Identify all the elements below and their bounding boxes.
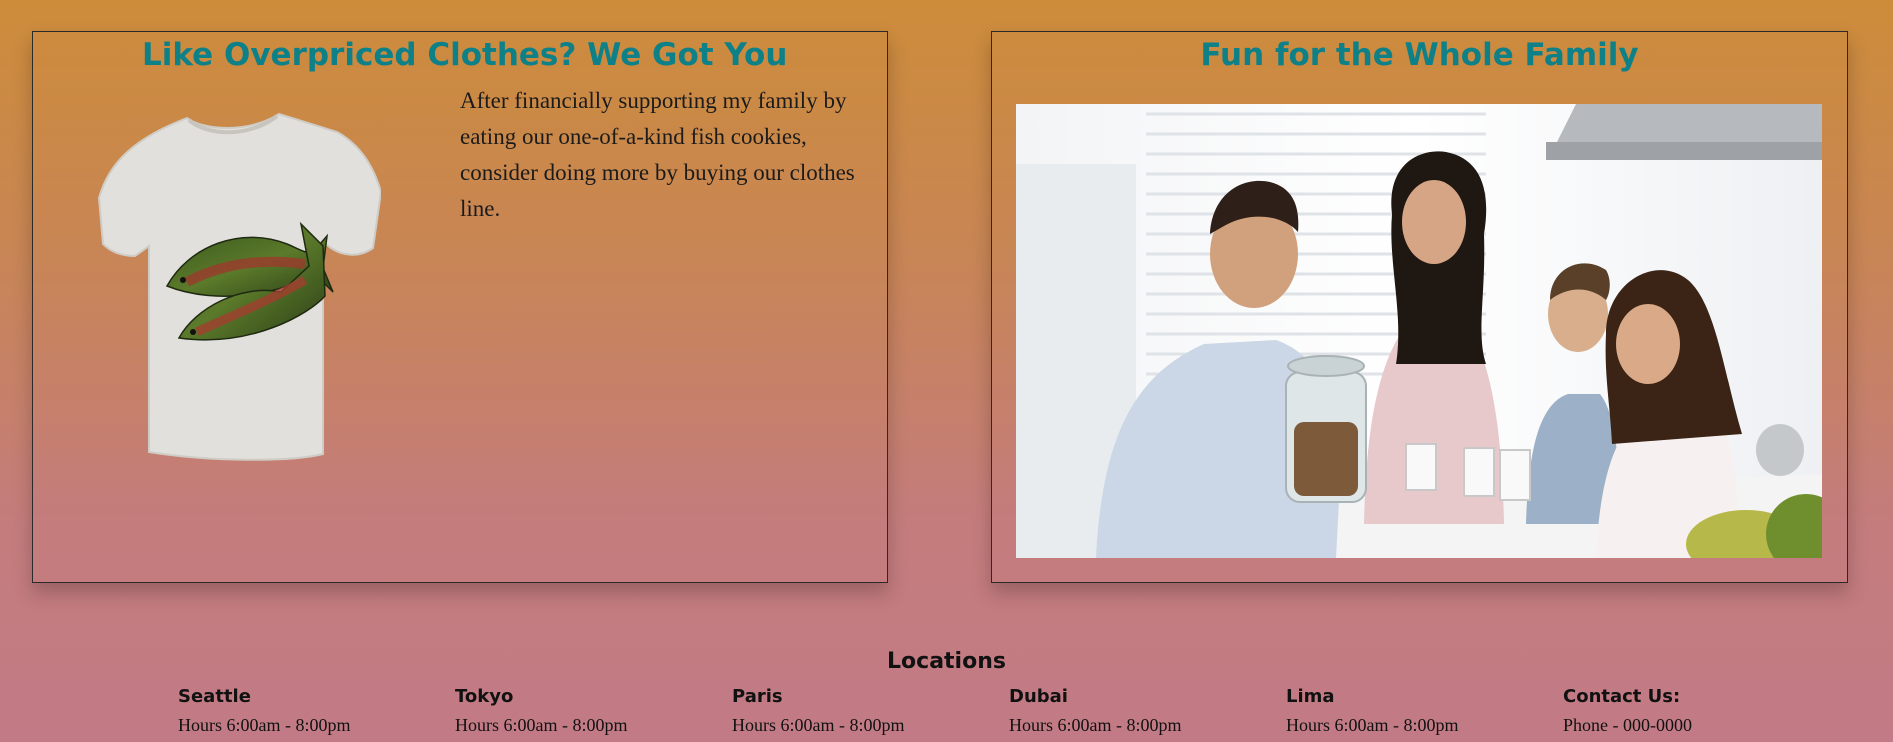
- contact-phone: Phone - 000-0000: [1563, 715, 1692, 735]
- location-seattle: Seattle Hours 6:00am - 8:00pm: [178, 686, 351, 736]
- location-name: Tokyo: [455, 686, 514, 707]
- family-title: Fun for the Whole Family: [1200, 37, 1639, 73]
- location-name: Paris: [732, 686, 783, 707]
- clothes-title: Like Overpriced Clothes? We Got You: [142, 37, 788, 73]
- locations-heading: Locations: [887, 649, 1006, 674]
- location-hours: Hours 6:00am - 8:00pm: [455, 715, 628, 735]
- clothes-card: Like Overpriced Clothes? We Got You Afte…: [32, 31, 888, 583]
- contact-us: Contact Us: Phone - 000-0000: [1563, 686, 1692, 736]
- family-photo: [1016, 104, 1822, 558]
- location-hours: Hours 6:00am - 8:00pm: [1009, 715, 1182, 735]
- location-lima: Lima Hours 6:00am - 8:00pm: [1286, 686, 1459, 736]
- location-name: Seattle: [178, 686, 251, 707]
- location-dubai: Dubai Hours 6:00am - 8:00pm: [1009, 686, 1182, 736]
- fish-shirt-image: [97, 112, 381, 461]
- contact-heading: Contact Us:: [1563, 686, 1681, 707]
- location-tokyo: Tokyo Hours 6:00am - 8:00pm: [455, 686, 628, 736]
- location-hours: Hours 6:00am - 8:00pm: [732, 715, 905, 735]
- location-paris: Paris Hours 6:00am - 8:00pm: [732, 686, 905, 736]
- family-card: Fun for the Whole Family: [991, 31, 1848, 583]
- location-name: Lima: [1286, 686, 1335, 707]
- location-name: Dubai: [1009, 686, 1068, 707]
- location-hours: Hours 6:00am - 8:00pm: [1286, 715, 1459, 735]
- location-hours: Hours 6:00am - 8:00pm: [178, 715, 351, 735]
- clothes-description: After financially supporting my family b…: [460, 88, 855, 221]
